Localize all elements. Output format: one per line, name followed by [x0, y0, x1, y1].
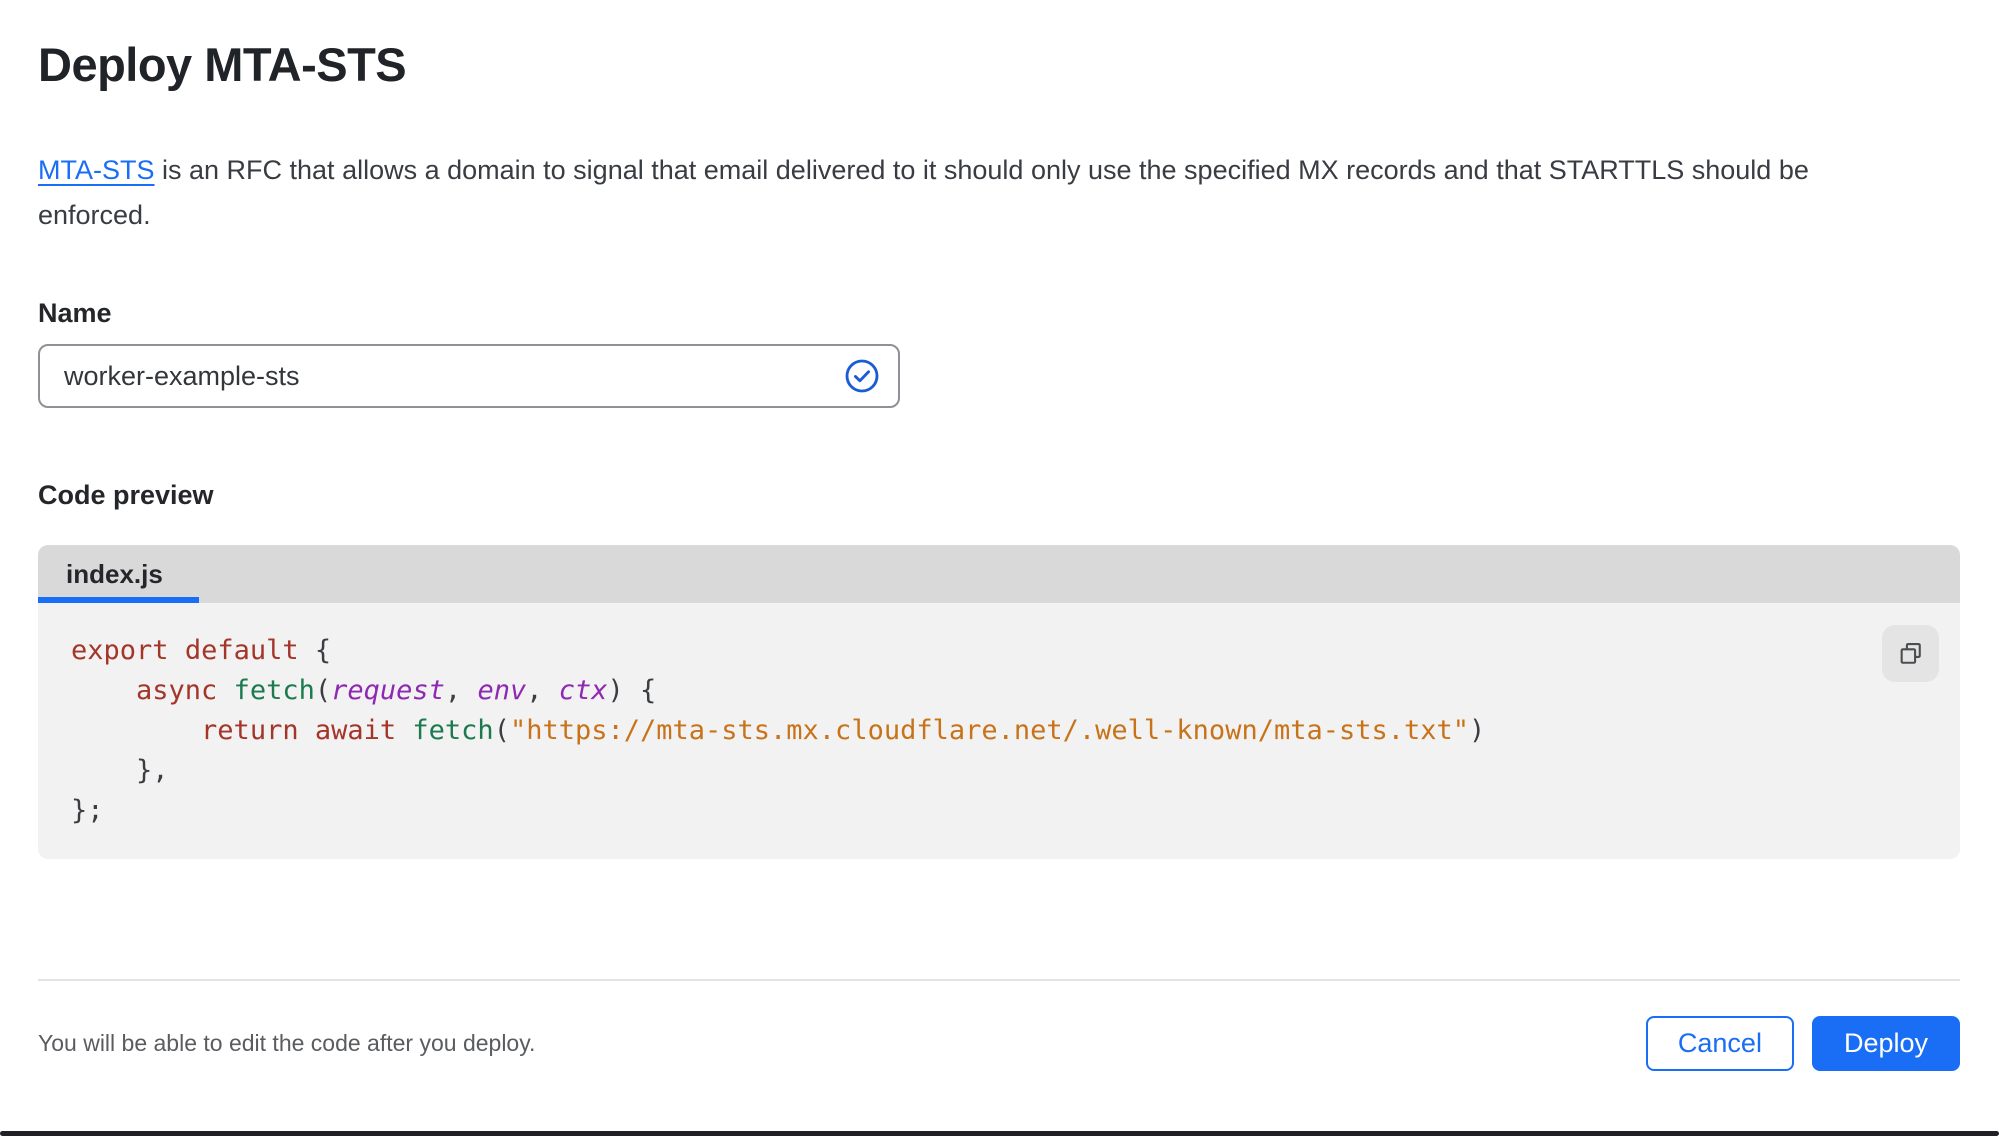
copy-icon — [1897, 640, 1925, 668]
deploy-note: You will be able to edit the code after … — [38, 1030, 535, 1057]
footer-divider — [38, 979, 1960, 981]
cancel-button[interactable]: Cancel — [1646, 1016, 1794, 1071]
code-line: }, — [71, 751, 1890, 791]
mta-sts-doc-link[interactable]: MTA-STS — [38, 155, 155, 185]
name-field-label: Name — [38, 296, 1960, 330]
code-preview-label: Code preview — [38, 478, 1960, 512]
check-circle-icon — [844, 358, 880, 394]
code-line: return await fetch("https://mta-sts.mx.c… — [71, 711, 1890, 751]
page-title: Deploy MTA-STS — [38, 36, 1960, 94]
footer-actions: Cancel Deploy — [1646, 1016, 1960, 1071]
code-line: export default { — [71, 631, 1890, 671]
name-field-wrapper — [38, 344, 900, 408]
deploy-mta-sts-page: Deploy MTA-STS MTA-STS is an RFC that al… — [0, 0, 1999, 1138]
deploy-button[interactable]: Deploy — [1812, 1016, 1960, 1071]
code-tab-bar: index.js — [38, 545, 1960, 603]
tab-index-js[interactable]: index.js — [38, 545, 199, 603]
code-preview-block: index.js export default { async fetch(re… — [38, 545, 1960, 859]
page-description: MTA-STS is an RFC that allows a domain t… — [38, 148, 1918, 238]
window-bottom-edge — [0, 1131, 1999, 1136]
footer: You will be able to edit the code after … — [38, 1016, 1960, 1071]
page-description-text: is an RFC that allows a domain to signal… — [38, 155, 1809, 230]
code-editor-area: export default { async fetch(request, en… — [38, 603, 1960, 859]
code-line: }; — [71, 791, 1890, 831]
code-content: export default { async fetch(request, en… — [71, 631, 1890, 831]
code-line: async fetch(request, env, ctx) { — [71, 671, 1890, 711]
worker-name-input[interactable] — [38, 344, 900, 408]
copy-code-button[interactable] — [1882, 625, 1939, 682]
